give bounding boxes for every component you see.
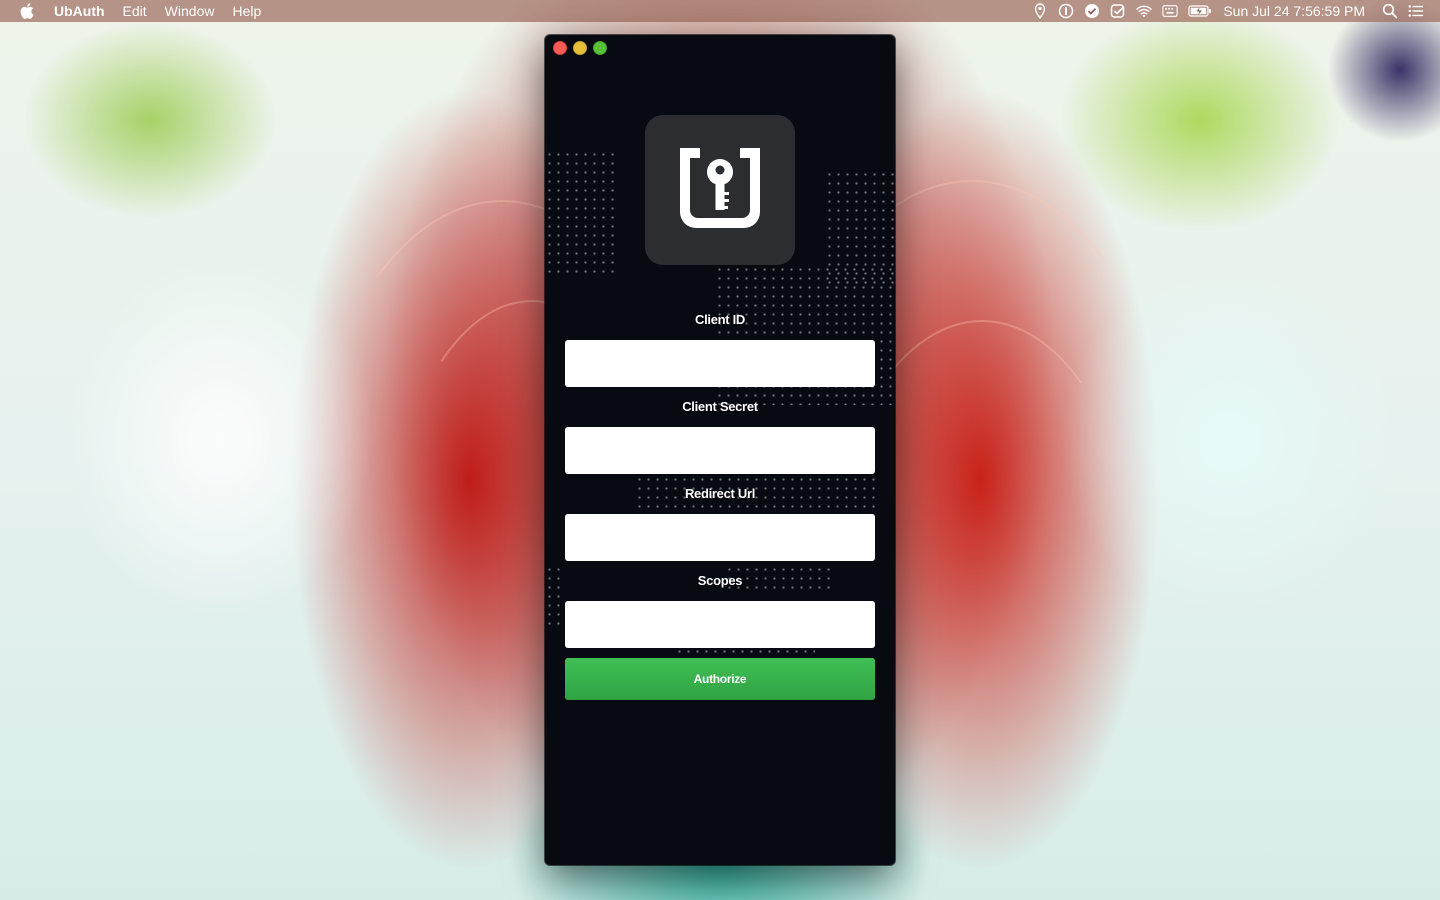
menu-window[interactable]: Window	[165, 0, 215, 22]
ubauth-window: Client ID Client Secret Redirect Url Sco…	[545, 35, 895, 865]
client-id-input[interactable]	[565, 340, 875, 387]
app-logo	[645, 115, 795, 265]
checkmark-circle-icon[interactable]	[1084, 3, 1100, 19]
client-secret-input[interactable]	[565, 427, 875, 474]
battery-icon[interactable]	[1188, 3, 1212, 19]
menu-help[interactable]: Help	[232, 0, 261, 22]
menu-app-name[interactable]: UbAuth	[54, 0, 105, 22]
location-icon[interactable]	[1032, 3, 1048, 19]
window-close-button[interactable]	[553, 41, 567, 55]
menu-bar: UbAuth Edit Window Help Sun Jul 24 7:56:…	[0, 0, 1440, 22]
notification-center-icon[interactable]	[1408, 3, 1424, 19]
apple-menu-icon[interactable]	[20, 3, 34, 19]
scopes-input[interactable]	[565, 601, 875, 648]
client-secret-label: Client Secret	[682, 399, 758, 414]
checkbox-icon[interactable]	[1110, 3, 1126, 19]
1password-icon[interactable]	[1058, 3, 1074, 19]
wifi-icon[interactable]	[1136, 3, 1153, 19]
keyboard-icon[interactable]	[1162, 3, 1178, 19]
authorize-button[interactable]: Authorize	[565, 658, 875, 700]
menu-edit[interactable]: Edit	[123, 0, 147, 22]
menubar-clock[interactable]: Sun Jul 24 7:56:59 PM	[1223, 3, 1365, 19]
dot-pattern	[545, 150, 620, 275]
dot-pattern	[545, 565, 565, 625]
spotlight-icon[interactable]	[1382, 3, 1398, 19]
window-minimize-button[interactable]	[573, 41, 587, 55]
window-zoom-button[interactable]	[593, 41, 607, 55]
redirect-url-label: Redirect Url	[684, 486, 756, 501]
client-id-label: Client ID	[694, 312, 746, 327]
scopes-label: Scopes	[697, 573, 743, 588]
redirect-url-input[interactable]	[565, 514, 875, 561]
ubauth-key-icon	[666, 134, 774, 247]
status-area: Sun Jul 24 7:56:59 PM	[1027, 0, 1440, 22]
